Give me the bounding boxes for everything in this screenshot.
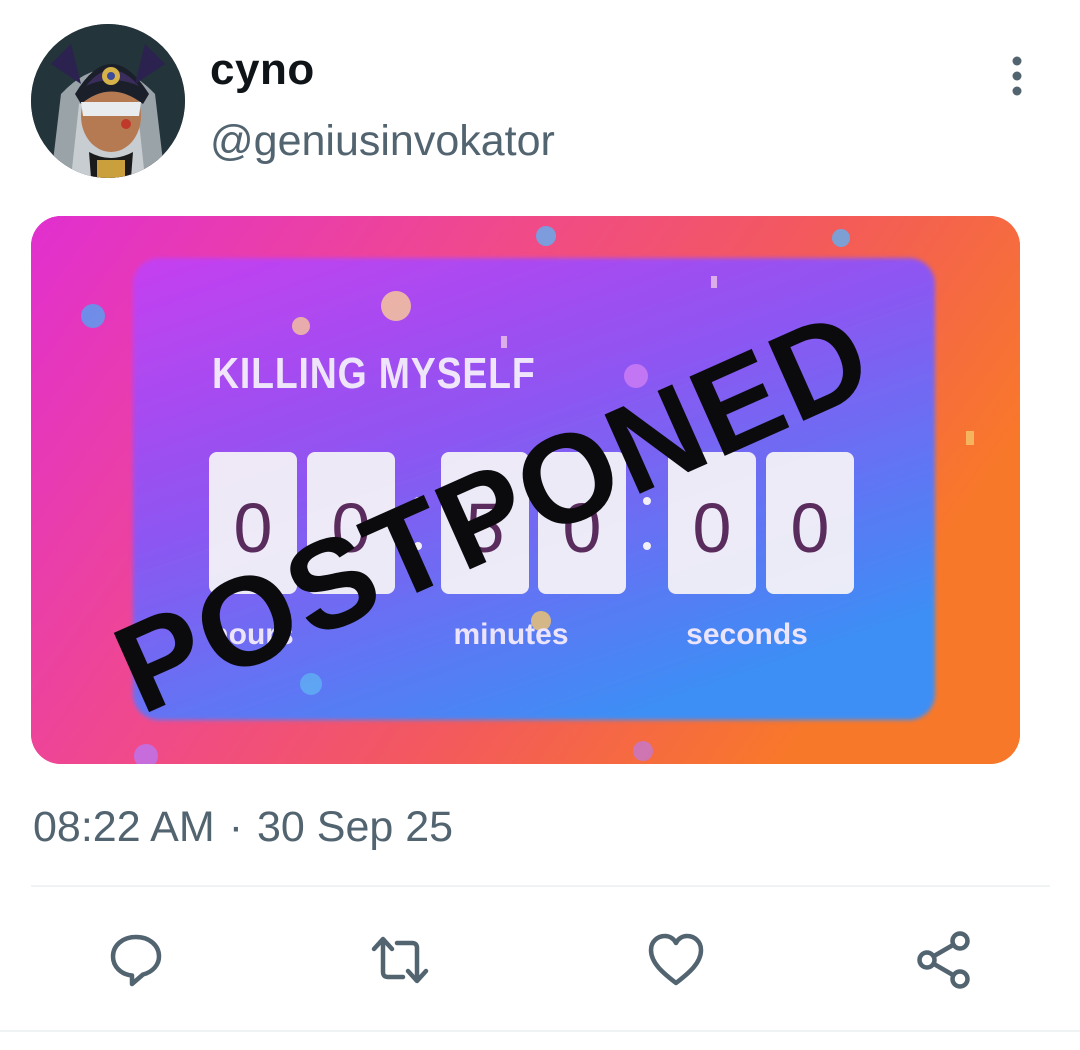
more-options-button[interactable]: [996, 52, 1038, 102]
bottom-divider: [0, 1030, 1080, 1032]
user-handle[interactable]: @geniusinvokator: [210, 114, 555, 168]
digit-5: 0: [693, 489, 732, 567]
divider: [31, 885, 1050, 887]
countdown-meme-image: KILLING MYSELF 0 0 5 0 0 0 hours minutes…: [31, 216, 1020, 764]
retweet-icon: [371, 936, 429, 984]
tweet-image[interactable]: KILLING MYSELF 0 0 5 0 0 0 hours minutes…: [31, 216, 1020, 764]
tweet-time: 08:22 AM: [33, 803, 215, 851]
meme-title-text: KILLING MYSELF: [212, 348, 536, 398]
display-name[interactable]: cyno: [210, 44, 315, 96]
unit-minutes: minutes: [453, 618, 568, 651]
share-button[interactable]: [914, 930, 974, 990]
tweet-timestamp[interactable]: 08:22 AM · 30 Sep 25: [33, 800, 453, 854]
like-button[interactable]: [646, 930, 706, 990]
tweet-date: 30 Sep 25: [257, 803, 454, 851]
more-vertical-icon: [1012, 56, 1022, 96]
avatar[interactable]: [31, 24, 185, 178]
timestamp-separator: ·: [228, 803, 244, 851]
reply-icon: [110, 934, 162, 987]
digit-6: 0: [791, 489, 830, 567]
share-icon: [917, 931, 970, 989]
unit-seconds: seconds: [686, 618, 808, 651]
avatar-image: [31, 24, 185, 178]
heart-icon: [648, 933, 704, 986]
reply-button[interactable]: [106, 930, 166, 990]
retweet-button[interactable]: [370, 930, 430, 990]
